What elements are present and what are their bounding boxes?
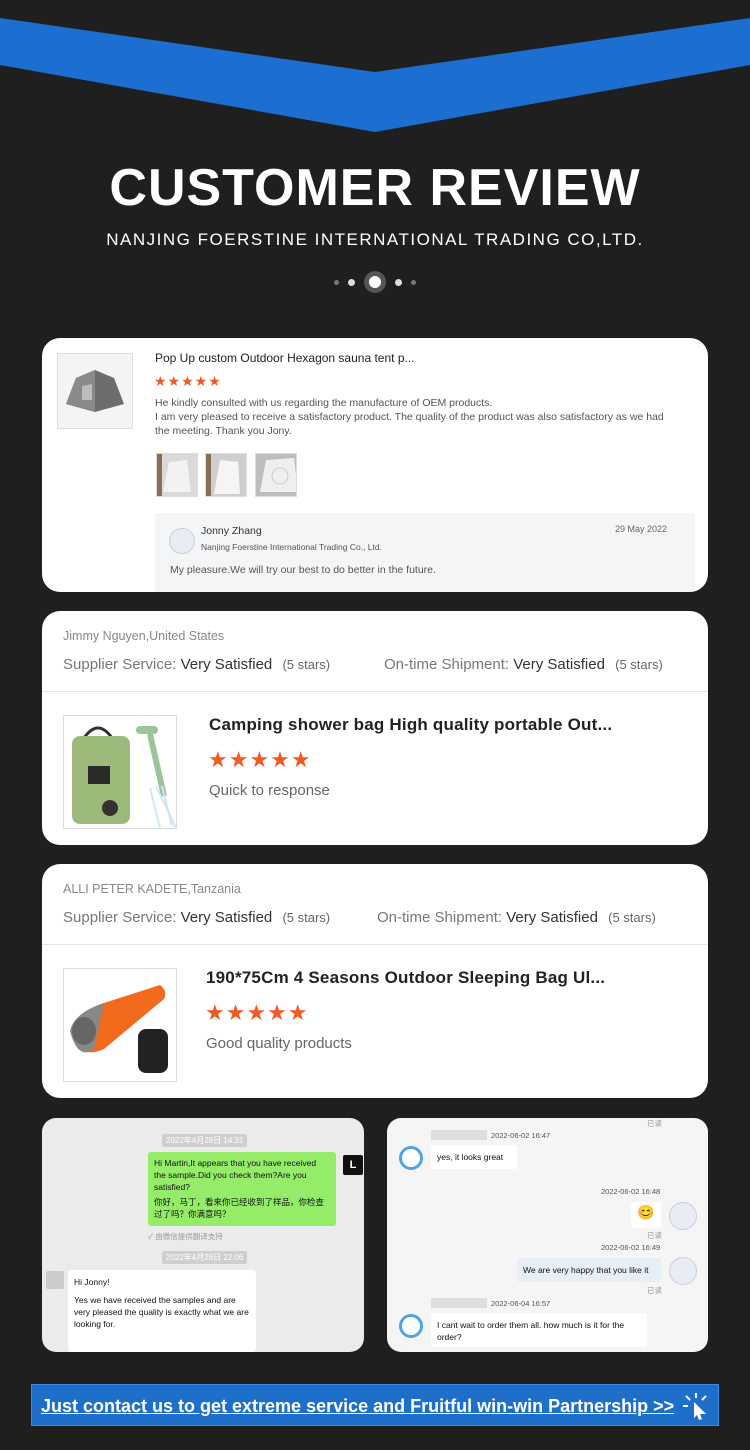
review-card-2: Jimmy Nguyen,United States Supplier Serv…: [42, 611, 708, 845]
divider: [42, 944, 708, 945]
seller-company: Nanjing Foerstine International Trading …: [201, 542, 382, 552]
translation-note: ✓ 由微信提供翻译支持: [148, 1232, 223, 1241]
carousel-dot[interactable]: [411, 279, 416, 285]
review-photo-3[interactable]: [255, 453, 297, 497]
contact-cta-link[interactable]: Just contact us to get extreme service a…: [41, 1396, 674, 1417]
chat-timestamp: 2022年4月28日 22:06: [162, 1251, 248, 1264]
reviewer-name: ALLI PETER KADETE,Tanzania: [63, 882, 241, 896]
review-card-3: ALLI PETER KADETE,Tanzania Supplier Serv…: [42, 864, 708, 1098]
review-text: He kindly consulted with us regarding th…: [155, 397, 664, 437]
chat-screenshot-wechat: 2022年4月28日 14:31 Hi Martin,It appears th…: [42, 1118, 364, 1352]
contact-cta-bar[interactable]: Just contact us to get extreme service a…: [31, 1384, 719, 1426]
reply-text: My pleasure.We will try our best to do b…: [170, 564, 436, 576]
avatar: [669, 1202, 697, 1230]
chat-timestamp: 2022-06-02 16:47: [491, 1131, 551, 1140]
chat-message-incoming: yes, it looks great: [431, 1145, 517, 1169]
avatar: [399, 1146, 423, 1170]
page-subtitle: NANJING FOERSTINE INTERNATIONAL TRADING …: [106, 230, 644, 249]
review-photo-1[interactable]: [156, 453, 198, 497]
review-photo-2[interactable]: [205, 453, 247, 497]
seller-reply: Jonny Zhang Nanjing Foerstine Internatio…: [155, 513, 695, 592]
cursor-click-icon: [683, 1393, 707, 1420]
carousel-dot[interactable]: [348, 278, 355, 286]
blurred-name: [431, 1130, 487, 1140]
reply-date: 29 May 2022: [614, 524, 667, 534]
avatar: [669, 1257, 697, 1285]
review-card-1: Pop Up custom Outdoor Hexagon sauna tent…: [42, 338, 708, 592]
star-rating: ★★★★★: [205, 1000, 309, 1025]
carousel-dot-active[interactable]: [364, 271, 386, 293]
shipment-rating: On-time Shipment: Very Satisfied (5 star…: [377, 909, 656, 926]
header-banner: [0, 0, 750, 132]
review-comment: Quick to response: [209, 782, 330, 799]
supplier-service-rating: Supplier Service: Very Satisfied (5 star…: [63, 656, 331, 673]
divider: [42, 691, 708, 692]
page-title: CUSTOMER REVIEW: [109, 159, 641, 217]
emoji-message: 😊: [631, 1202, 661, 1228]
star-rating: ★★★★★: [154, 373, 222, 389]
chat-timestamp: 2022-06-02 16:49: [601, 1243, 661, 1252]
blurred-name: [431, 1298, 487, 1308]
chat-message-outgoing: We are very happy that you like it: [517, 1258, 661, 1282]
avatar: L: [343, 1155, 363, 1175]
product-title[interactable]: Pop Up custom Outdoor Hexagon sauna tent…: [155, 351, 415, 365]
read-status: 已读: [647, 1231, 662, 1240]
chat-screenshot-messenger: 已读 2022-06-02 16:47 yes, it looks great …: [387, 1118, 708, 1352]
chat-timestamp: 2022-06-02 16:48: [601, 1187, 661, 1196]
chat-message-outgoing: Hi Martin,It appears that you have recei…: [148, 1152, 336, 1226]
product-thumbnail-tent[interactable]: [57, 353, 133, 429]
seller-avatar: [169, 528, 195, 554]
read-status: 已读: [647, 1286, 662, 1295]
carousel-dots[interactable]: [0, 270, 750, 294]
review-comment: Good quality products: [206, 1035, 352, 1052]
chat-message-incoming: Hi Jonny! Yes we have received the sampl…: [68, 1270, 256, 1352]
chat-timestamp: 2022年4月28日 14:31: [162, 1134, 248, 1147]
read-status: 已读: [647, 1119, 662, 1128]
star-rating: ★★★★★: [208, 747, 312, 772]
product-thumbnail-shower-bag[interactable]: [63, 715, 177, 829]
avatar: [399, 1314, 423, 1338]
carousel-dot[interactable]: [395, 278, 402, 286]
seller-name: Jonny Zhang: [201, 525, 262, 537]
avatar: [46, 1271, 64, 1289]
chat-message-incoming: I cant wait to order them all. how much …: [431, 1313, 647, 1347]
product-title[interactable]: Camping shower bag High quality portable…: [209, 715, 612, 735]
carousel-dot[interactable]: [334, 279, 339, 285]
reviewer-name: Jimmy Nguyen,United States: [63, 629, 225, 643]
product-thumbnail-sleeping-bag[interactable]: [63, 968, 177, 1082]
shipment-rating: On-time Shipment: Very Satisfied (5 star…: [384, 656, 663, 673]
product-title[interactable]: 190*75Cm 4 Seasons Outdoor Sleeping Bag …: [206, 968, 605, 988]
chat-timestamp: 2022-06-04 16:57: [491, 1299, 551, 1308]
supplier-service-rating: Supplier Service: Very Satisfied (5 star…: [63, 909, 331, 926]
